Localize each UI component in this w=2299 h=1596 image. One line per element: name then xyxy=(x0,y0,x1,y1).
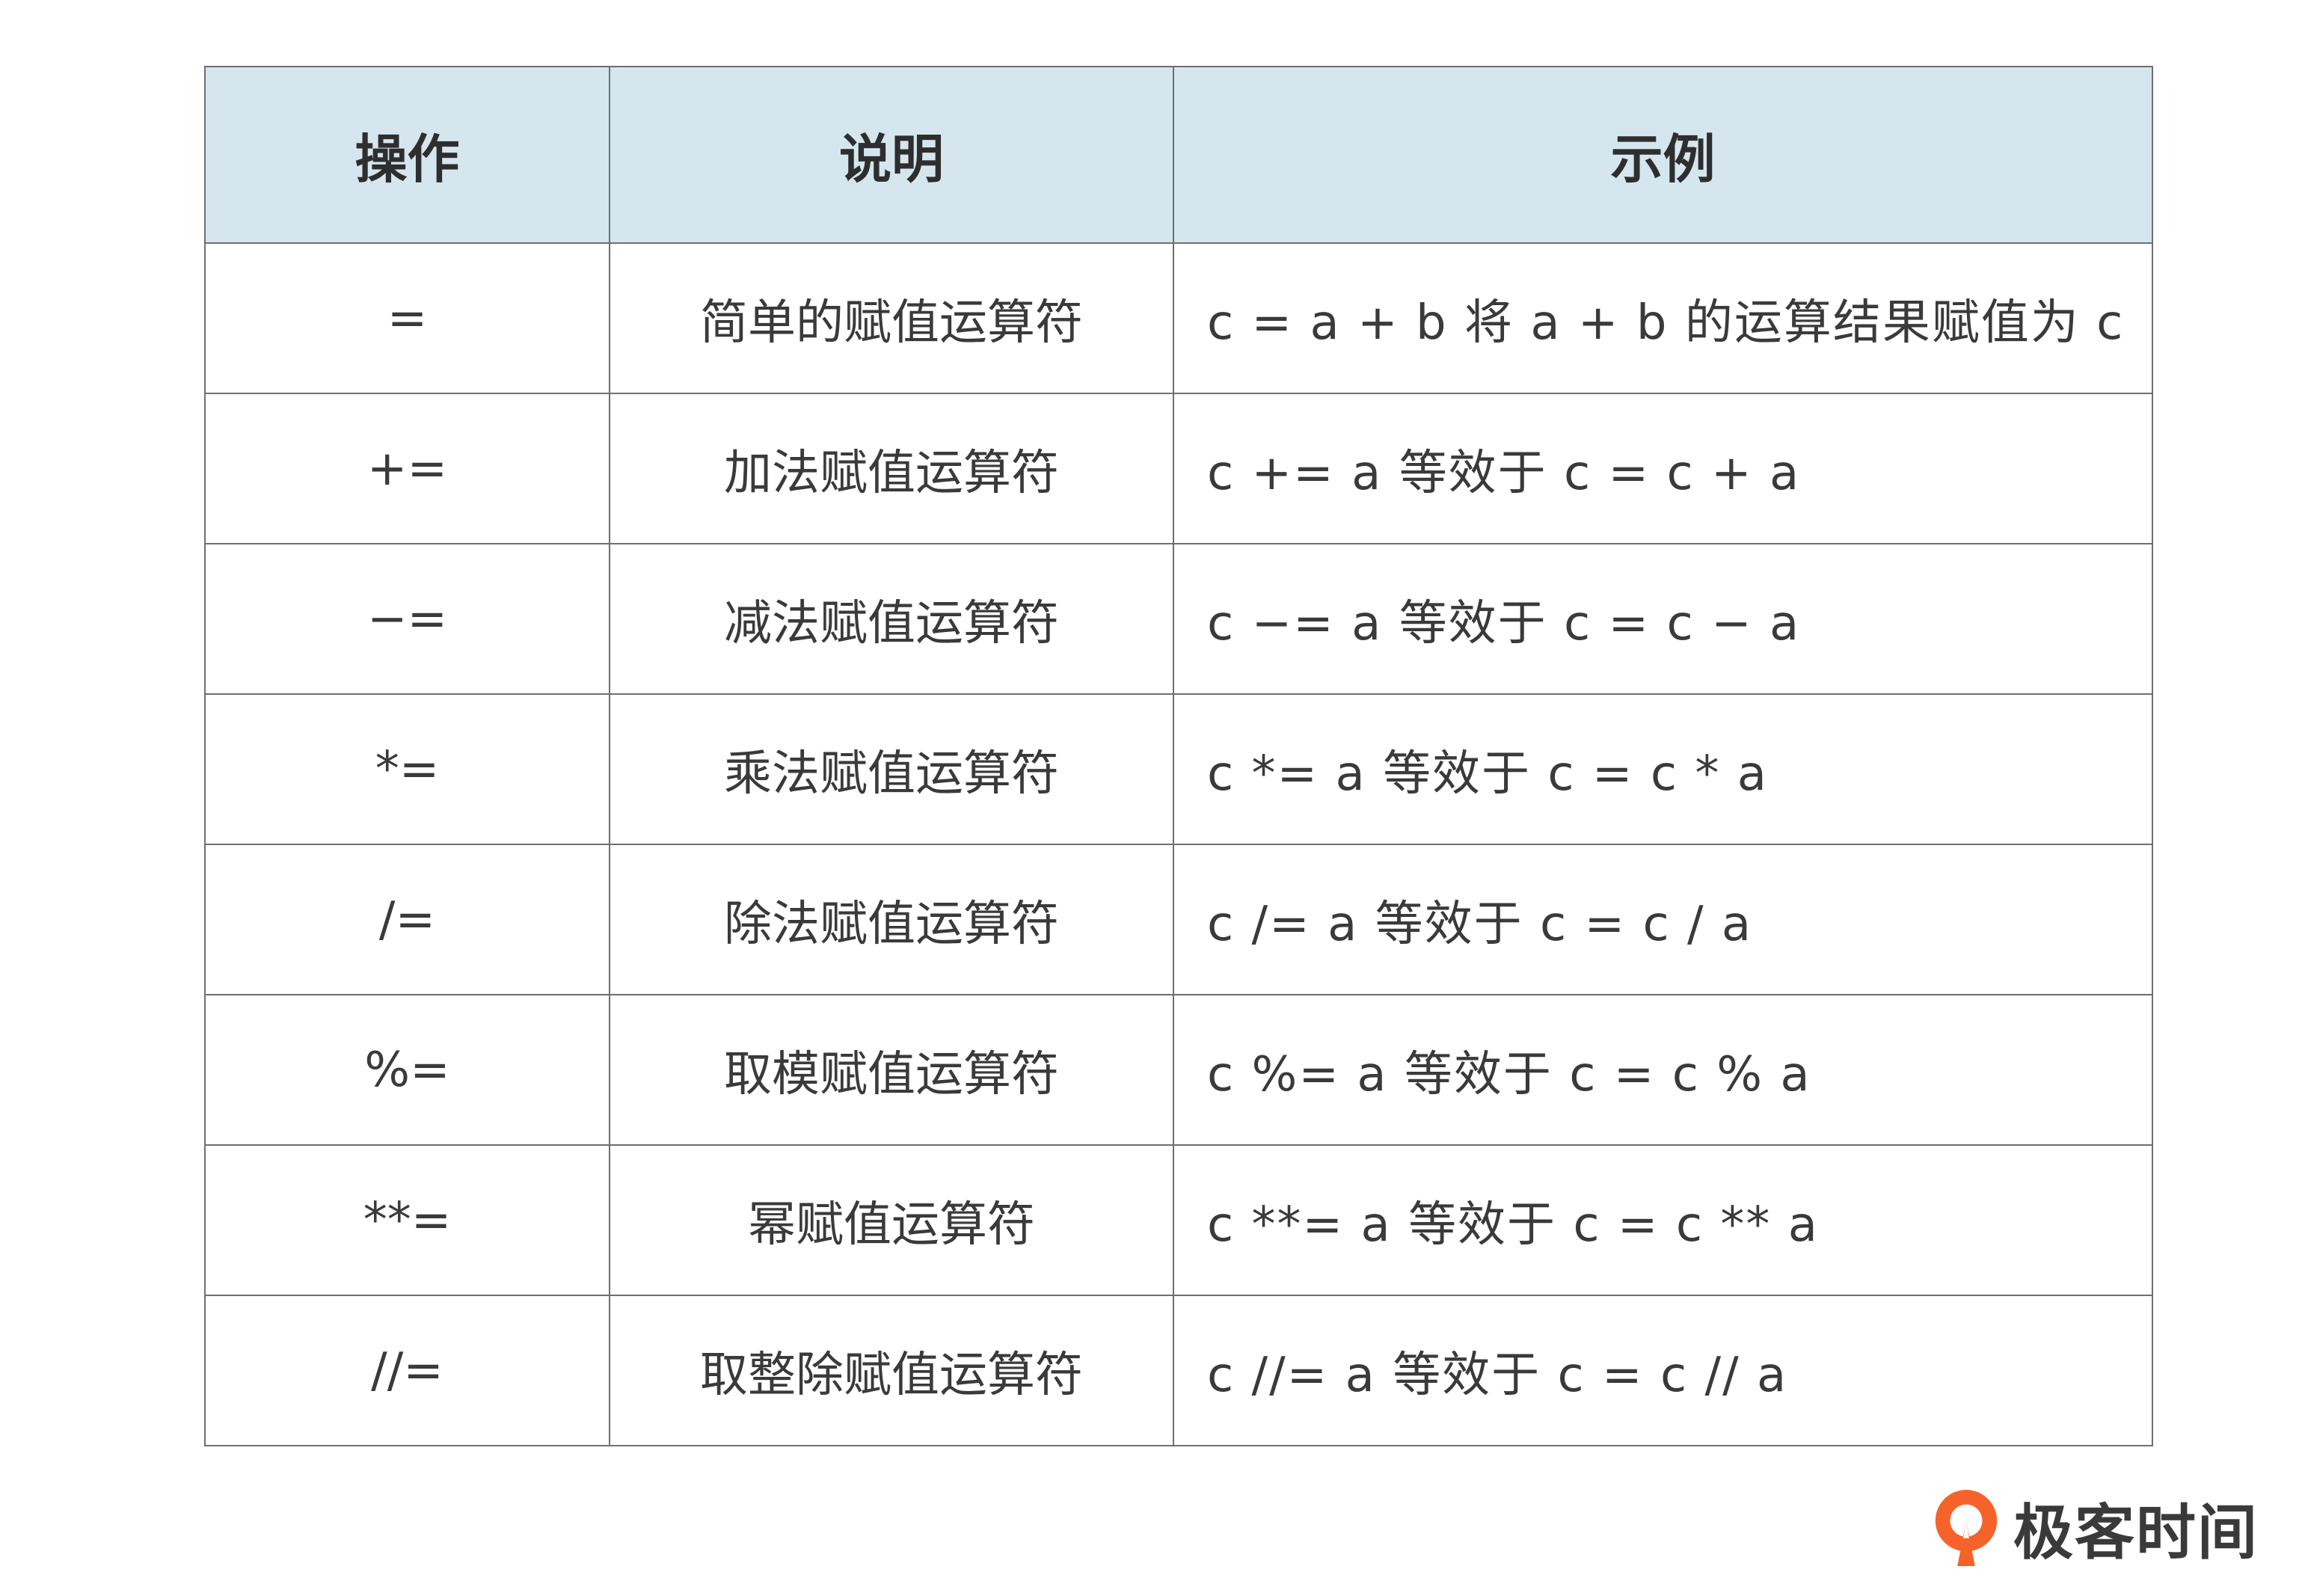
table-row: %= 取模赋值运算符 c %= a 等效于 c = c % a xyxy=(204,994,2153,1146)
description-cell: 除法赋值运算符 xyxy=(609,844,1174,995)
table-row: −= 减法赋值运算符 c −= a 等效于 c = c − a xyxy=(204,543,2153,695)
table-row: += 加法赋值运算符 c += a 等效于 c = c + a xyxy=(204,393,2153,544)
brand-watermark: 极客时间 xyxy=(1930,1485,2259,1571)
table-body: = 简单的赋值运算符 c = a + b 将 a + b 的运算结果赋值为 c … xyxy=(204,242,2153,1446)
operator-cell: /= xyxy=(204,844,610,995)
operator-cell: = xyxy=(204,242,610,394)
table-row: *= 乘法赋值运算符 c *= a 等效于 c = c * a xyxy=(204,693,2153,845)
brand-name: 极客时间 xyxy=(2013,1498,2259,1568)
table-row: **= 幂赋值运算符 c **= a 等效于 c = c ** a xyxy=(204,1144,2153,1296)
geektime-logo-icon xyxy=(1935,1490,1998,1566)
description-cell: 取模赋值运算符 xyxy=(609,994,1174,1146)
header-description: 说明 xyxy=(609,66,1174,244)
operator-cell: //= xyxy=(204,1295,610,1446)
example-cell: c **= a 等效于 c = c ** a xyxy=(1173,1144,2153,1296)
description-cell: 简单的赋值运算符 xyxy=(609,242,1174,394)
table-row: //= 取整除赋值运算符 c //= a 等效于 c = c // a xyxy=(204,1295,2153,1446)
description-cell: 幂赋值运算符 xyxy=(609,1144,1174,1296)
example-cell: c += a 等效于 c = c + a xyxy=(1173,393,2153,544)
example-cell: c = a + b 将 a + b 的运算结果赋值为 c xyxy=(1173,242,2153,394)
description-cell: 乘法赋值运算符 xyxy=(609,693,1174,845)
example-cell: c %= a 等效于 c = c % a xyxy=(1173,994,2153,1146)
example-cell: c −= a 等效于 c = c − a xyxy=(1173,543,2153,695)
assignment-operators-table-container: 操作 说明 示例 = 简单的赋值运算符 c = a + b 将 a + b 的运… xyxy=(204,66,2153,1446)
header-example: 示例 xyxy=(1173,66,2153,244)
header-operation: 操作 xyxy=(204,66,610,244)
operator-cell: **= xyxy=(204,1144,610,1296)
operator-cell: −= xyxy=(204,543,610,695)
table-header: 操作 说明 示例 xyxy=(204,66,2153,244)
header-row: 操作 说明 示例 xyxy=(204,66,2153,244)
description-cell: 加法赋值运算符 xyxy=(609,393,1174,544)
example-cell: c /= a 等效于 c = c / a xyxy=(1173,844,2153,995)
description-cell: 取整除赋值运算符 xyxy=(609,1295,1174,1446)
operator-cell: %= xyxy=(204,994,610,1146)
operator-cell: += xyxy=(204,393,610,544)
example-cell: c *= a 等效于 c = c * a xyxy=(1173,693,2153,845)
example-cell: c //= a 等效于 c = c // a xyxy=(1173,1295,2153,1446)
table-row: = 简单的赋值运算符 c = a + b 将 a + b 的运算结果赋值为 c xyxy=(204,242,2153,394)
assignment-operators-table: 操作 说明 示例 = 简单的赋值运算符 c = a + b 将 a + b 的运… xyxy=(204,66,2153,1446)
description-cell: 减法赋值运算符 xyxy=(609,543,1174,695)
table-row: /= 除法赋值运算符 c /= a 等效于 c = c / a xyxy=(204,844,2153,995)
operator-cell: *= xyxy=(204,693,610,845)
